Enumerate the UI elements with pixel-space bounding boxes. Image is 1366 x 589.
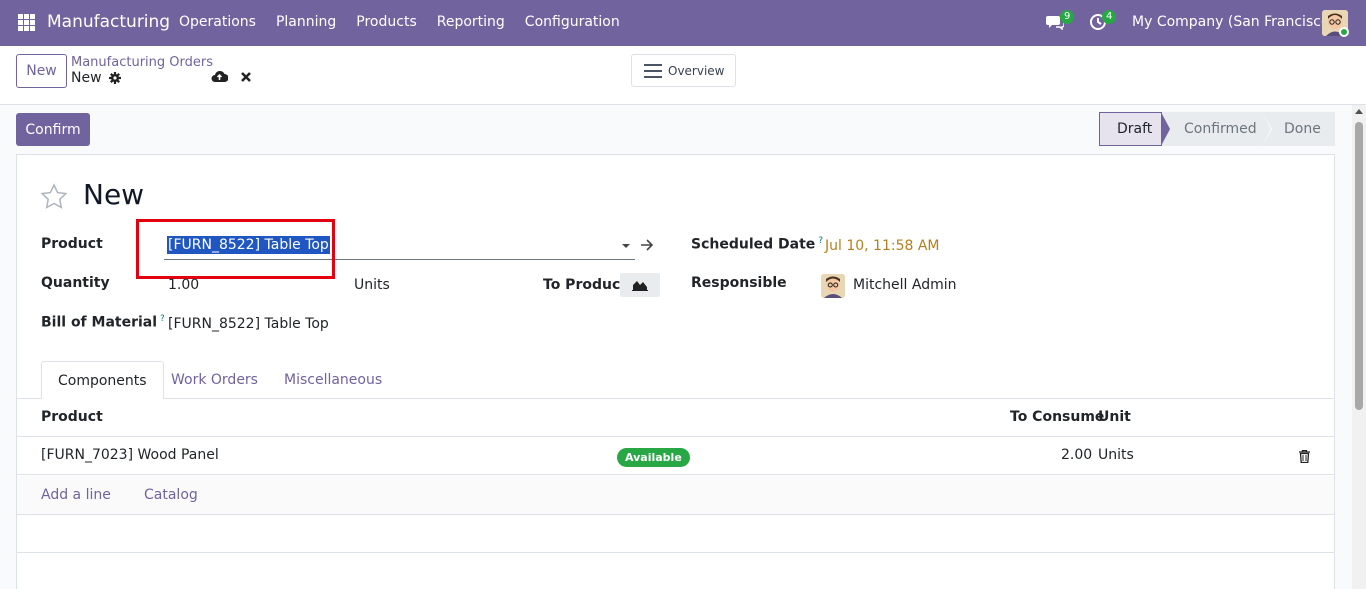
tab-miscellaneous[interactable]: Miscellaneous — [284, 361, 382, 399]
record-title[interactable]: New — [83, 178, 144, 211]
star-icon[interactable] — [40, 183, 68, 209]
menu-item-products[interactable]: Products — [356, 14, 416, 30]
area-chart-icon — [632, 281, 648, 291]
bom-label-text: Bill of Material — [41, 314, 158, 331]
to-produce-label: To Produce — [543, 277, 630, 293]
col-to-consume[interactable]: To Consume — [1010, 409, 1104, 425]
breadcrumb-current: New — [71, 70, 121, 86]
internal-link-arrow-icon[interactable] — [640, 239, 654, 251]
status-bar: Draft Confirmed Done — [1099, 112, 1335, 146]
scroll-up-icon[interactable] — [1355, 109, 1363, 114]
app-menu-icon[interactable] — [18, 14, 35, 31]
stage-confirmed[interactable]: Confirmed — [1162, 112, 1272, 146]
discard-icon[interactable] — [240, 71, 252, 83]
add-a-line-link[interactable]: Add a line — [41, 487, 111, 503]
stage-draft-label: Draft — [1117, 121, 1153, 137]
stage-draft[interactable]: Draft — [1099, 112, 1170, 146]
col-unit[interactable]: Unit — [1098, 409, 1131, 425]
catalog-link[interactable]: Catalog — [144, 487, 198, 503]
menu-icon — [644, 63, 662, 78]
scheduled-date-label-text: Scheduled Date — [691, 236, 816, 253]
add-line-row: Add a line Catalog — [17, 476, 1334, 515]
notebook-tabs: Components Work Orders Miscellaneous — [17, 361, 1334, 400]
empty-row — [17, 516, 1334, 553]
stage-done[interactable]: Done — [1262, 112, 1335, 146]
scheduled-date-label: Scheduled Date? — [691, 236, 823, 253]
uom-field[interactable]: Units — [354, 277, 390, 293]
scheduled-date-field[interactable]: Jul 10, 11:58 AM — [825, 238, 940, 254]
product-label: Product — [41, 236, 103, 252]
tab-components[interactable]: Components — [41, 361, 164, 400]
highlight-annotation — [136, 219, 335, 279]
save-cloud-icon[interactable] — [211, 70, 228, 83]
bom-help-icon[interactable]: ? — [160, 314, 165, 324]
scrollbar-thumb[interactable] — [1355, 122, 1363, 410]
responsible-field[interactable]: Mitchell Admin — [853, 277, 957, 293]
col-product[interactable]: Product — [41, 409, 103, 425]
menu-item-configuration[interactable]: Configuration — [525, 14, 620, 30]
menu-item-reporting[interactable]: Reporting — [437, 14, 505, 30]
row-to-consume[interactable]: 2.00 — [1061, 447, 1092, 463]
online-status-icon — [1339, 27, 1349, 37]
row-unit[interactable]: Units — [1098, 447, 1134, 463]
components-table-header: Product To Consume Unit — [17, 399, 1334, 437]
menu-item-operations[interactable]: Operations — [179, 14, 256, 30]
row-product[interactable]: [FURN_7023] Wood Panel — [41, 447, 219, 463]
tab-work-orders[interactable]: Work Orders — [171, 361, 258, 399]
scheduled-help-icon[interactable]: ? — [818, 236, 823, 246]
responsible-label: Responsible — [691, 275, 787, 291]
availability-badge: Available — [617, 448, 690, 467]
app-name[interactable]: Manufacturing — [47, 12, 170, 32]
responsible-avatar — [821, 274, 845, 298]
quantity-label: Quantity — [41, 275, 110, 291]
confirm-button[interactable]: Confirm — [16, 113, 90, 146]
main-menu: Operations Planning Products Reporting C… — [179, 14, 640, 30]
company-switcher[interactable]: My Company (San Francisco) — [1132, 14, 1335, 30]
product-dropdown-caret-icon[interactable] — [622, 244, 630, 248]
stage-confirmed-label: Confirmed — [1184, 121, 1257, 137]
menu-item-planning[interactable]: Planning — [276, 14, 336, 30]
bom-label: Bill of Material? — [41, 314, 165, 331]
stage-done-label: Done — [1284, 121, 1321, 137]
bom-field[interactable]: [FURN_8522] Table Top — [168, 316, 329, 332]
gear-icon[interactable] — [108, 72, 121, 84]
trash-icon[interactable] — [1299, 450, 1310, 463]
control-panel: New Manufacturing Orders New Overview — [0, 46, 1366, 105]
new-button[interactable]: New — [16, 54, 67, 88]
overview-button[interactable]: Overview — [631, 54, 736, 87]
overview-label: Overview — [668, 63, 725, 78]
forecast-chart-button[interactable] — [620, 273, 660, 297]
quantity-input[interactable]: 1.00 — [168, 277, 199, 293]
breadcrumb-parent[interactable]: Manufacturing Orders — [71, 55, 213, 70]
breadcrumb-current-label: New — [71, 70, 102, 86]
